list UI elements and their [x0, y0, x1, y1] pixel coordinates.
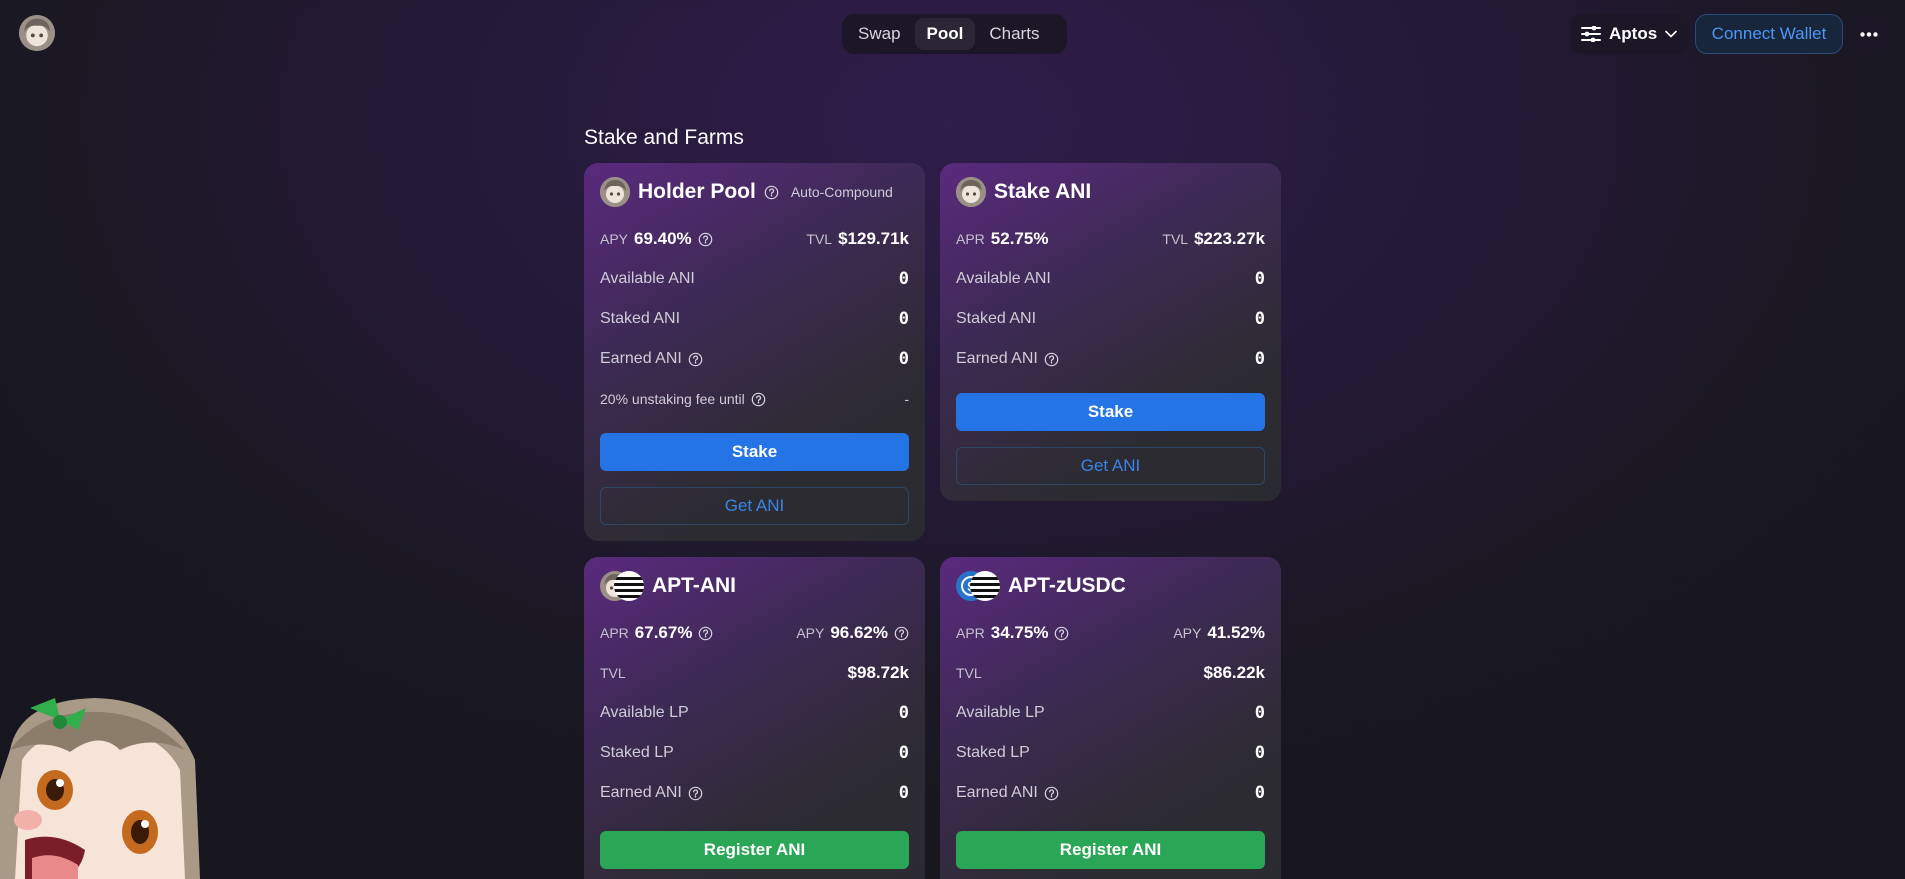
sliders-icon — [1581, 26, 1601, 42]
stake-button[interactable]: Stake — [600, 433, 909, 471]
get-ani-button[interactable]: Get ANI — [600, 487, 909, 525]
help-icon[interactable] — [1044, 352, 1059, 367]
staked-ani-label: Staked ANI — [956, 310, 1037, 327]
available-lp-label: Available LP — [600, 704, 689, 721]
apr-label: APR — [956, 231, 985, 247]
page-title: Stake and Farms — [584, 126, 744, 149]
pair-icons — [600, 571, 644, 601]
apy-label: APY — [600, 231, 629, 247]
ani-token-icon — [600, 177, 630, 207]
connect-wallet-button[interactable]: Connect Wallet — [1695, 14, 1843, 54]
apr-value: 52.75% — [990, 229, 1049, 248]
staked-lp-label: Staked LP — [956, 744, 1030, 761]
mascot-character-image — [0, 698, 200, 879]
card-title: APT-ANI — [652, 574, 736, 597]
tab-pool[interactable]: Pool — [914, 18, 976, 50]
unstaking-fee-label: 20% unstaking fee until — [600, 391, 745, 407]
profile-avatar-button[interactable] — [19, 15, 55, 51]
staked-lp-label: Staked LP — [600, 744, 674, 761]
apt-zusdc-farm-card: APT-zUSDC APR 34.75% APY 41.52% TVL $86.… — [940, 557, 1281, 879]
more-menu-button[interactable] — [1849, 14, 1889, 54]
stake-ani-card: Stake ANI APR 52.75% TVL $223.27k Availa… — [940, 163, 1281, 501]
available-lp-value: 0 — [1254, 703, 1265, 723]
register-ani-button[interactable]: Register ANI — [956, 831, 1265, 869]
apy-value: 69.40% — [634, 229, 692, 248]
available-ani-label: Available ANI — [600, 270, 695, 287]
network-selector[interactable]: Aptos — [1571, 14, 1689, 54]
tvl-value: $98.72k — [847, 663, 909, 682]
staked-ani-value: 0 — [1254, 309, 1265, 329]
tvl-value: $129.71k — [838, 229, 909, 248]
tab-charts[interactable]: Charts — [977, 18, 1051, 50]
help-icon[interactable] — [1044, 786, 1059, 801]
main-nav-tabs: Swap Pool Charts — [842, 14, 1067, 54]
apy-value: 96.62% — [830, 623, 888, 642]
staked-ani-value: 0 — [898, 309, 909, 329]
tab-swap[interactable]: Swap — [846, 18, 913, 50]
apt-token-icon — [614, 571, 644, 601]
help-icon[interactable] — [894, 626, 909, 641]
apy-label: APY — [796, 625, 825, 641]
apr-value: 67.67% — [634, 623, 693, 642]
help-icon[interactable] — [698, 232, 713, 247]
chevron-down-icon — [1665, 30, 1677, 38]
apy-value: 41.52% — [1207, 623, 1265, 642]
earned-ani-label: Earned ANI — [600, 784, 682, 801]
apy-label: APY — [1173, 625, 1202, 641]
earned-ani-label: Earned ANI — [956, 350, 1038, 367]
tvl-value: $223.27k — [1194, 229, 1265, 248]
help-icon[interactable] — [698, 626, 713, 641]
tvl-label: TVL — [600, 665, 626, 681]
apr-label: APR — [956, 625, 985, 641]
apt-ani-farm-card: APT-ANI APR 67.67% APY 96.62% TVL $98.72… — [584, 557, 925, 879]
available-lp-value: 0 — [898, 703, 909, 723]
tvl-label: TVL — [806, 231, 833, 247]
tvl-value: $86.22k — [1203, 663, 1265, 682]
avatar-icon — [19, 15, 55, 51]
help-icon[interactable] — [688, 352, 703, 367]
earned-ani-value: 0 — [898, 349, 909, 369]
apt-token-icon — [970, 571, 1000, 601]
available-lp-label: Available LP — [956, 704, 1045, 721]
stake-button[interactable]: Stake — [956, 393, 1265, 431]
earned-ani-value: 0 — [1254, 349, 1265, 369]
staked-lp-value: 0 — [898, 743, 909, 763]
auto-compound-badge: Auto-Compound — [790, 184, 893, 200]
available-ani-value: 0 — [1254, 269, 1265, 289]
apr-label: APR — [600, 625, 629, 641]
earned-ani-label: Earned ANI — [600, 350, 682, 367]
earned-ani-value: 0 — [1254, 783, 1265, 803]
get-ani-button[interactable]: Get ANI — [956, 447, 1265, 485]
tvl-label: TVL — [1162, 231, 1189, 247]
staked-ani-label: Staked ANI — [600, 310, 681, 327]
help-icon[interactable] — [1054, 626, 1069, 641]
tvl-label: TVL — [956, 665, 982, 681]
pair-icons — [956, 571, 1000, 601]
help-icon[interactable] — [688, 786, 703, 801]
available-ani-label: Available ANI — [956, 270, 1051, 287]
help-icon[interactable] — [751, 392, 766, 407]
ani-token-icon — [956, 177, 986, 207]
holder-pool-card: Holder Pool Auto-Compound APY 69.40% TVL… — [584, 163, 925, 541]
network-label: Aptos — [1609, 24, 1658, 43]
apr-value: 34.75% — [990, 623, 1049, 642]
register-ani-button[interactable]: Register ANI — [600, 831, 909, 869]
help-icon[interactable] — [764, 185, 779, 200]
unstaking-fee-value: - — [904, 391, 909, 407]
earned-ani-value: 0 — [898, 783, 909, 803]
available-ani-value: 0 — [898, 269, 909, 289]
earned-ani-label: Earned ANI — [956, 784, 1038, 801]
card-title: Holder Pool — [638, 180, 756, 203]
more-dots-icon — [1860, 31, 1878, 37]
card-title: APT-zUSDC — [1008, 574, 1126, 597]
card-title: Stake ANI — [994, 180, 1092, 203]
staked-lp-value: 0 — [1254, 743, 1265, 763]
